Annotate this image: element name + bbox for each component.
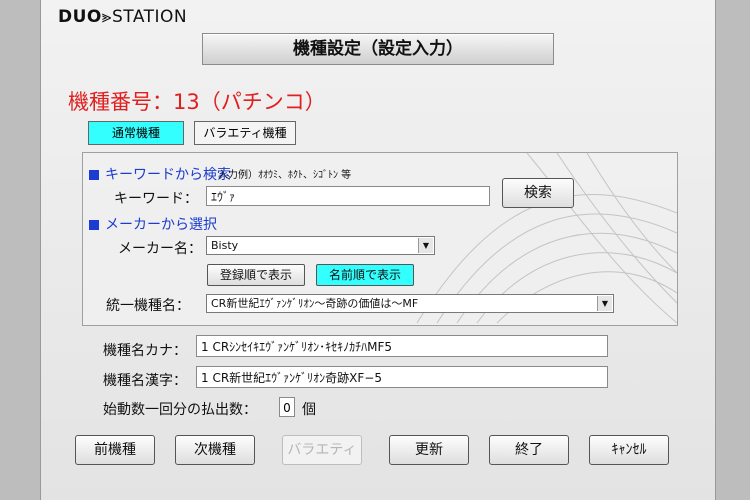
- tab-variety-model[interactable]: バラエティ機種: [194, 121, 296, 145]
- kana-name-input[interactable]: 1 CRｼﾝｾｲｷｴｳﾞｧﾝｹﾞﾘｵﾝ･ｷｾｷﾉｶﾁﾊMF5: [196, 335, 608, 357]
- cancel-button[interactable]: ｷｬﾝｾﾙ: [589, 435, 669, 465]
- logo-mark-icon: ⪢: [101, 7, 112, 27]
- sort-by-name-button[interactable]: 名前順で表示: [316, 264, 414, 286]
- page-title: 機種設定（設定入力）: [202, 33, 554, 65]
- unified-model-label: 統一機種名：: [106, 298, 190, 314]
- chevron-down-icon[interactable]: ▼: [418, 238, 433, 253]
- keyword-input[interactable]: ｴｳﾞｧ: [206, 186, 490, 206]
- payout-label: 始動数一回分の払出数：: [103, 402, 257, 418]
- next-model-button[interactable]: 次機種: [175, 435, 255, 465]
- tab-normal-model[interactable]: 通常機種: [88, 121, 184, 145]
- left-margin: [0, 0, 40, 500]
- maker-label: メーカー名：: [118, 241, 202, 257]
- square-bullet-icon: [89, 170, 99, 180]
- app-logo: DUO⪢STATION: [58, 7, 188, 27]
- app-window: DUO⪢STATION 機種設定（設定入力） 機種番号：13（パチンコ） 通常機…: [0, 0, 750, 500]
- payout-count-input[interactable]: 0: [279, 397, 295, 417]
- search-button[interactable]: 検索: [502, 178, 574, 208]
- unified-model-select[interactable]: CR新世紀ｴｳﾞｧﾝｹﾞﾘｵﾝ〜奇跡の価値は〜MF ▼: [206, 294, 614, 313]
- square-bullet-icon: [89, 220, 99, 230]
- kana-name-label: 機種名カナ：: [103, 343, 187, 359]
- update-button[interactable]: 更新: [389, 435, 469, 465]
- right-margin: [714, 0, 750, 500]
- finish-button[interactable]: 終了: [489, 435, 569, 465]
- maker-select[interactable]: Bisty ▼: [206, 236, 435, 255]
- keyword-example-hint: 入力例）ｵｵｳﾐ、ﾎｸﾄ、ｼｺﾞﾄﾝ 等: [218, 170, 352, 181]
- prev-model-button[interactable]: 前機種: [75, 435, 155, 465]
- keyword-section-title: キーワードから検索: [89, 164, 231, 184]
- payout-unit: 個: [302, 402, 316, 418]
- kanji-name-input[interactable]: 1 CR新世紀ｴｳﾞｧﾝｹﾞﾘｵﾝ奇跡XF−5: [196, 366, 608, 388]
- model-number-heading: 機種番号：13（パチンコ）: [68, 90, 326, 114]
- kanji-name-label: 機種名漢字：: [103, 373, 187, 389]
- variety-button[interactable]: バラエティ: [282, 435, 362, 465]
- keyword-label: キーワード：: [114, 191, 198, 207]
- chevron-down-icon[interactable]: ▼: [597, 296, 612, 311]
- maker-section-title: メーカーから選択: [89, 214, 217, 234]
- sort-by-registration-button[interactable]: 登録順で表示: [207, 264, 305, 286]
